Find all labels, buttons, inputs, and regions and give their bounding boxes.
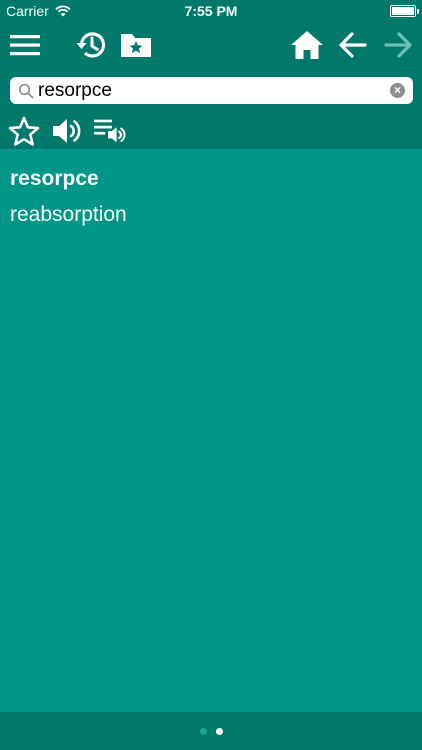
forward-arrow-icon: [384, 32, 412, 58]
forward-button[interactable]: [381, 28, 415, 62]
play-list-button[interactable]: [93, 115, 127, 147]
status-bar: Carrier 7:55 PM: [0, 0, 422, 22]
pronounce-button[interactable]: [50, 115, 84, 147]
star-icon: [8, 116, 40, 146]
clear-search-button[interactable]: ×: [390, 83, 405, 98]
home-icon: [291, 31, 323, 59]
search-input[interactable]: [38, 77, 390, 104]
result-word: resorpce: [10, 167, 99, 190]
toolbar: [0, 22, 422, 68]
playlist-audio-icon: [93, 119, 126, 143]
page-dot-1[interactable]: [200, 728, 207, 735]
home-button[interactable]: [290, 28, 324, 62]
history-icon: [76, 32, 106, 58]
page-indicator-bar: [0, 712, 422, 750]
history-button[interactable]: [74, 28, 108, 62]
back-button[interactable]: [336, 28, 370, 62]
result-translation[interactable]: reabsorption: [10, 203, 127, 227]
word-actions: [0, 113, 422, 149]
status-time: 7:55 PM: [184, 3, 238, 19]
search-icon: [18, 83, 34, 99]
menu-icon: [10, 35, 40, 56]
favorites-folder-button[interactable]: [119, 28, 153, 62]
search-bar: ×: [10, 77, 413, 104]
result-panel: [0, 149, 422, 712]
menu-button[interactable]: [8, 28, 42, 62]
battery-icon: [390, 5, 419, 17]
clear-icon: ×: [393, 83, 401, 97]
add-favorite-button[interactable]: [7, 115, 41, 147]
speaker-icon: [53, 119, 81, 143]
app-header: Carrier 7:55 PM resorpce ×: [0, 0, 422, 149]
favorites-folder-icon: [121, 34, 151, 57]
back-arrow-icon: [339, 32, 367, 58]
page-dot-2[interactable]: [216, 728, 223, 735]
